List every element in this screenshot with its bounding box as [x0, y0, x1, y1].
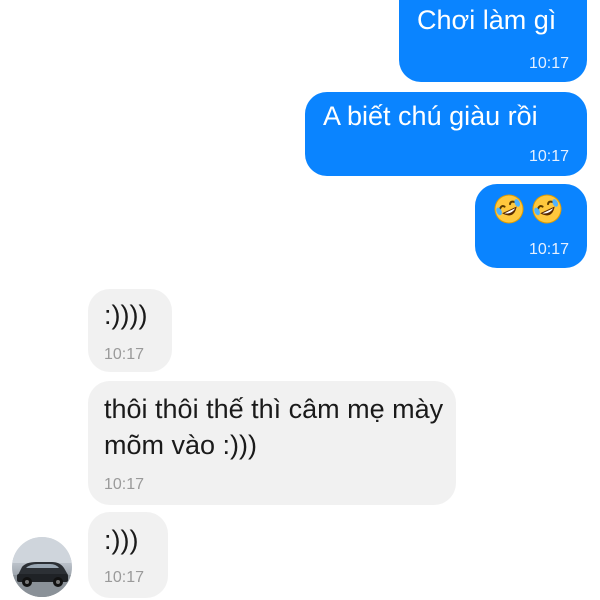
message-time: 10:17: [104, 346, 145, 363]
chat-thread[interactable]: Chơi làm gì 10:17 A biết chú giàu rồi 10…: [0, 0, 600, 600]
emoji-row: [493, 193, 563, 225]
message-time: 10:17: [528, 148, 569, 165]
message-text: :)))): [104, 300, 148, 330]
message-bubble-outgoing[interactable]: Chơi làm gì 10:17: [399, 0, 587, 82]
message-time: 10:17: [528, 55, 569, 72]
message-bubble-outgoing[interactable]: A biết chú giàu rồi 10:17: [305, 92, 587, 176]
contact-avatar[interactable]: [12, 537, 72, 597]
message-time: 10:17: [528, 241, 569, 258]
car-photo-icon: [12, 537, 72, 597]
message-text: :))): [104, 525, 139, 555]
message-bubble-outgoing[interactable]: 10:17: [475, 184, 587, 268]
message-bubble-incoming[interactable]: thôi thôi thế thì câm mẹ mày mõm vào :))…: [88, 381, 456, 505]
message-text: thôi thôi thế thì câm mẹ mày mõm vào :))…: [104, 394, 444, 460]
message-time: 10:17: [104, 476, 145, 493]
message-time: 10:17: [104, 569, 145, 586]
message-bubble-incoming[interactable]: :)))) 10:17: [88, 289, 172, 372]
rolling-on-the-floor-laughing-icon: [494, 194, 524, 224]
rolling-on-the-floor-laughing-icon: [532, 194, 562, 224]
message-text: A biết chú giàu rồi: [323, 101, 538, 131]
message-text: Chơi làm gì: [417, 5, 557, 35]
message-bubble-incoming[interactable]: :))) 10:17: [88, 512, 168, 598]
